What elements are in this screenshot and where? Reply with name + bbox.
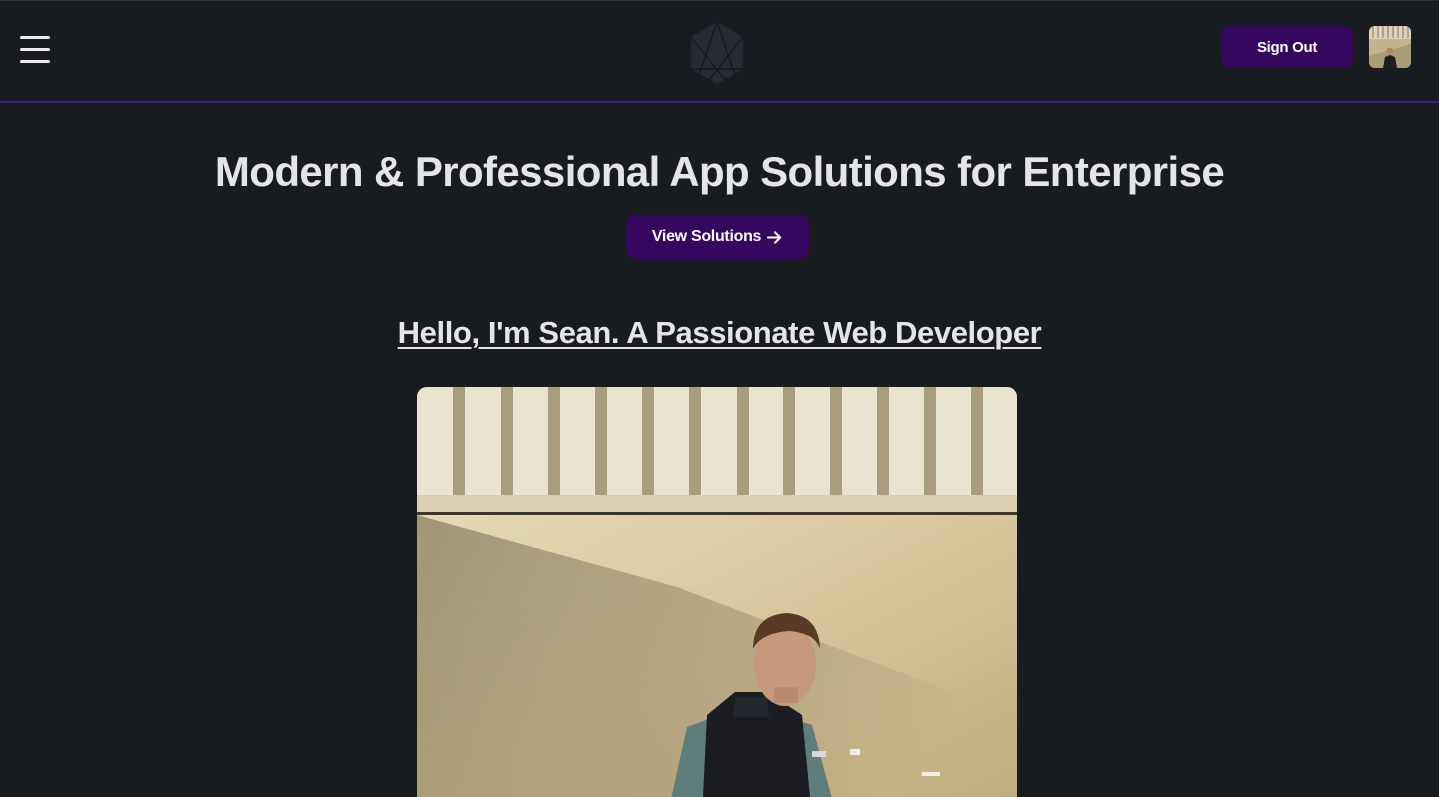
sign-out-button[interactable]: Sign Out	[1221, 26, 1353, 68]
portrait-photo	[417, 387, 1017, 797]
page: Sign Out Modern & Professional App Solut…	[0, 0, 1439, 797]
hexagon-logo-icon[interactable]	[688, 20, 746, 86]
top-nav-bar: Sign Out	[0, 0, 1439, 103]
view-solutions-label: View Solutions	[651, 228, 762, 245]
arrow-right-icon	[767, 230, 782, 244]
hero-title: Modern & Professional App Solutions for …	[214, 148, 1225, 195]
view-solutions-button[interactable]: View Solutions	[626, 215, 809, 259]
intro-link[interactable]: Hello, I'm Sean. A Passionate Web Develo…	[398, 315, 1042, 350]
user-avatar[interactable]	[1369, 26, 1411, 68]
intro-heading[interactable]: Hello, I'm Sean. A Passionate Web Develo…	[0, 315, 1439, 351]
hamburger-menu-icon[interactable]	[20, 36, 50, 63]
